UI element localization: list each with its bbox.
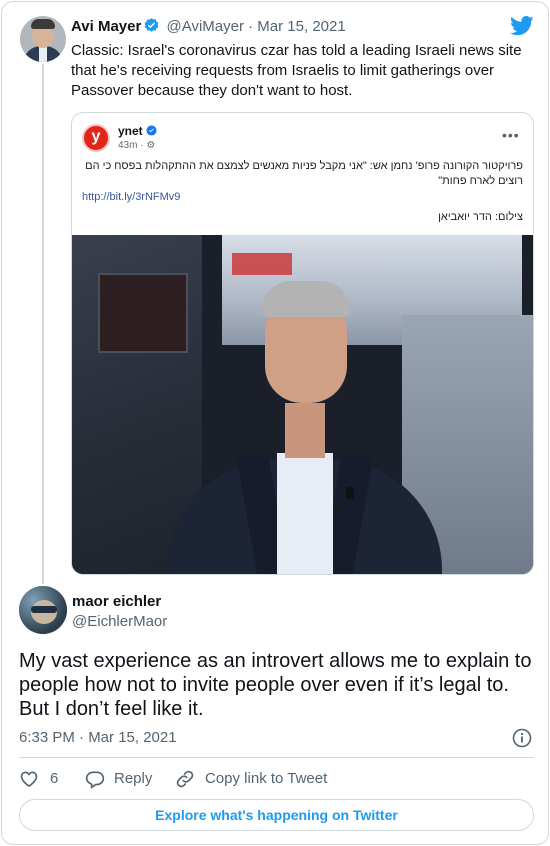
reply-icon (85, 771, 105, 789)
ynet-verified-icon (146, 125, 157, 136)
ynet-headline: פרויקטור הקורונה פרופ' נחמן אש: "אני מקב… (85, 160, 523, 187)
photo-credit: צילום: הדר יואביאן (438, 211, 523, 223)
news-photo[interactable] (72, 235, 533, 574)
reply-author-name[interactable]: maor eichler (72, 593, 161, 610)
parent-author-name[interactable]: Avi Mayer (71, 18, 141, 35)
avi-mayer-avatar[interactable] (20, 16, 66, 62)
maor-eichler-avatar[interactable] (19, 586, 67, 634)
explore-twitter-button[interactable]: Explore what's happening on Twitter (19, 799, 534, 831)
embedded-ynet-post[interactable]: y ynet 43m · ⚙ ••• פרויקטור הקורונה פרופ… (71, 112, 534, 575)
link-icon (176, 770, 194, 788)
divider (19, 757, 534, 758)
reply-author-handle[interactable]: @EichlerMaor (72, 613, 167, 630)
reply-tweet-text: My vast experience as an introvert allow… (19, 650, 532, 720)
reply-timestamp[interactable]: 6:33 PM · Mar 15, 2021 (19, 729, 177, 746)
parent-tweet-header: Avi Mayer @AviMayer · Mar 15, 2021 (71, 17, 346, 38)
reply-label: Reply (114, 770, 153, 787)
ynet-post-meta: 43m · ⚙ (118, 140, 156, 151)
twitter-bird-icon[interactable] (510, 16, 534, 36)
ynet-source-name: ynet (118, 124, 157, 138)
parent-author-handle[interactable]: @AviMayer (166, 18, 243, 35)
copy-link-label: Copy link to Tweet (205, 770, 328, 787)
parent-tweet-date[interactable]: Mar 15, 2021 (257, 18, 345, 35)
tweet-embed-card: Avi Mayer @AviMayer · Mar 15, 2021 Class… (1, 1, 549, 845)
parent-tweet-text: Classic: Israel's coronavirus czar has t… (71, 42, 522, 99)
heart-icon (20, 771, 38, 788)
like-count: 6 (50, 770, 59, 787)
thread-line (42, 64, 44, 584)
info-icon[interactable] (512, 728, 532, 748)
more-options-icon[interactable]: ••• (502, 127, 520, 143)
ynet-link[interactable]: http://bit.ly/3rNFMv9 (82, 191, 180, 203)
verified-badge-icon (143, 17, 160, 38)
ynet-logo: y (82, 124, 110, 152)
header-separator: · (248, 18, 254, 35)
